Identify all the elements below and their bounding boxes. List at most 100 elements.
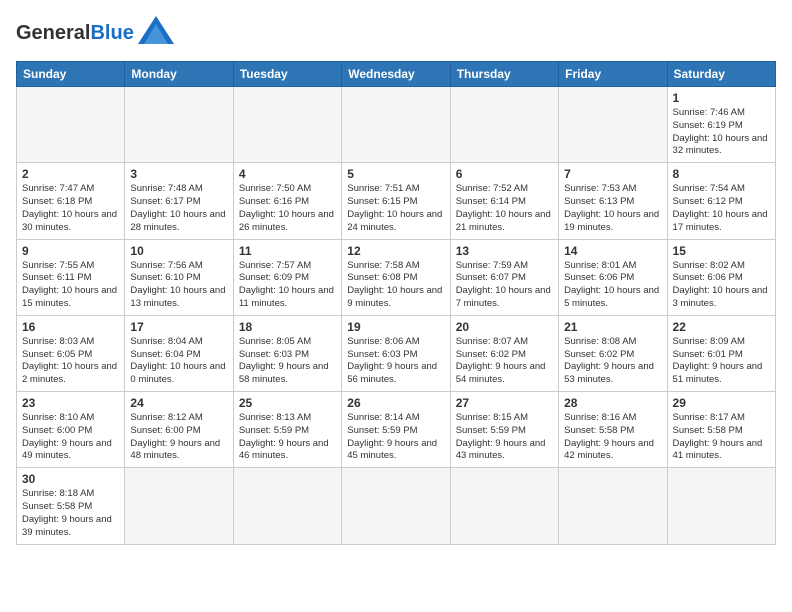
calendar-day-cell: 28Sunrise: 8:16 AM Sunset: 5:58 PM Dayli… <box>559 392 667 468</box>
day-number: 7 <box>564 167 661 181</box>
day-number: 11 <box>239 244 336 258</box>
day-info: Sunrise: 8:18 AM Sunset: 5:58 PM Dayligh… <box>22 488 119 539</box>
day-number: 3 <box>130 167 227 181</box>
calendar-day-cell: 4Sunrise: 7:50 AM Sunset: 6:16 PM Daylig… <box>233 163 341 239</box>
day-of-week-header: Saturday <box>667 62 775 87</box>
logo-general: General <box>16 22 90 44</box>
day-info: Sunrise: 7:57 AM Sunset: 6:09 PM Dayligh… <box>239 260 336 311</box>
day-info: Sunrise: 8:16 AM Sunset: 5:58 PM Dayligh… <box>564 412 661 463</box>
calendar-day-cell <box>17 87 125 163</box>
calendar-day-cell: 12 Sunrise: 7:58 AM Sunset: 6:08 PM Dayli… <box>342 239 450 315</box>
calendar-day-cell <box>559 468 667 544</box>
calendar-day-cell: 23 Sunrise: 8:10 AM Sunset: 6:00 PM Dayli… <box>17 392 125 468</box>
calendar-day-cell: 15 Sunrise: 8:02 AM Sunset: 6:06 PM Dayli… <box>667 239 775 315</box>
calendar-day-cell: 9 Sunrise: 7:55 AM Sunset: 6:11 PM Daylig… <box>17 239 125 315</box>
day-info: Sunrise: 7:58 AM Sunset: 6:08 PM Dayligh… <box>347 260 444 311</box>
calendar-day-cell <box>342 468 450 544</box>
day-number: 15 <box>673 244 770 258</box>
calendar-day-cell: 10Sunrise: 7:56 AM Sunset: 6:10 PM Dayli… <box>125 239 233 315</box>
day-info: Sunrise: 7:51 AM Sunset: 6:15 PM Dayligh… <box>347 183 444 234</box>
day-info: Sunrise: 8:13 AM Sunset: 5:59 PM Dayligh… <box>239 412 336 463</box>
logo-blue: Blue <box>90 22 133 44</box>
day-of-week-header: Thursday <box>450 62 558 87</box>
day-number: 12 <box>347 244 444 258</box>
day-info: Sunrise: 8:15 AM Sunset: 5:59 PM Dayligh… <box>456 412 553 463</box>
day-info: Sunrise: 8:02 AM Sunset: 6:06 PM Dayligh… <box>673 260 770 311</box>
calendar-day-cell <box>667 468 775 544</box>
day-info: Sunrise: 7:52 AM Sunset: 6:14 PM Dayligh… <box>456 183 553 234</box>
logo-icon <box>138 16 174 44</box>
calendar-week-row: 30 Sunrise: 8:18 AM Sunset: 5:58 PM Dayli… <box>17 468 776 544</box>
calendar: SundayMondayTuesdayWednesdayThursdayFrid… <box>16 61 776 545</box>
day-number: 13 <box>456 244 553 258</box>
calendar-day-cell: 8 Sunrise: 7:54 AM Sunset: 6:12 PM Daylig… <box>667 163 775 239</box>
calendar-week-row: 1 Sunrise: 7:46 AM Sunset: 6:19 PM Daylig… <box>17 87 776 163</box>
calendar-day-cell: 13Sunrise: 7:59 AM Sunset: 6:07 PM Dayli… <box>450 239 558 315</box>
day-info: Sunrise: 8:14 AM Sunset: 5:59 PM Dayligh… <box>347 412 444 463</box>
calendar-week-row: 16 Sunrise: 8:03 AM Sunset: 6:05 PM Dayli… <box>17 315 776 391</box>
day-info: Sunrise: 7:47 AM Sunset: 6:18 PM Dayligh… <box>22 183 119 234</box>
day-info: Sunrise: 8:08 AM Sunset: 6:02 PM Dayligh… <box>564 336 661 387</box>
day-info: Sunrise: 8:05 AM Sunset: 6:03 PM Dayligh… <box>239 336 336 387</box>
calendar-day-cell <box>233 468 341 544</box>
calendar-week-row: 2 Sunrise: 7:47 AM Sunset: 6:18 PM Daylig… <box>17 163 776 239</box>
calendar-day-cell: 20 Sunrise: 8:07 AM Sunset: 6:02 PM Dayli… <box>450 315 558 391</box>
day-info: Sunrise: 8:12 AM Sunset: 6:00 PM Dayligh… <box>130 412 227 463</box>
day-info: Sunrise: 8:01 AM Sunset: 6:06 PM Dayligh… <box>564 260 661 311</box>
day-number: 30 <box>22 472 119 486</box>
day-of-week-header: Sunday <box>17 62 125 87</box>
day-info: Sunrise: 7:53 AM Sunset: 6:13 PM Dayligh… <box>564 183 661 234</box>
day-number: 22 <box>673 320 770 334</box>
day-info: Sunrise: 7:55 AM Sunset: 6:11 PM Dayligh… <box>22 260 119 311</box>
calendar-week-row: 9 Sunrise: 7:55 AM Sunset: 6:11 PM Daylig… <box>17 239 776 315</box>
day-number: 29 <box>673 396 770 410</box>
day-of-week-header: Friday <box>559 62 667 87</box>
calendar-day-cell <box>125 468 233 544</box>
day-number: 23 <box>22 396 119 410</box>
day-info: Sunrise: 8:07 AM Sunset: 6:02 PM Dayligh… <box>456 336 553 387</box>
day-info: Sunrise: 7:50 AM Sunset: 6:16 PM Dayligh… <box>239 183 336 234</box>
day-number: 19 <box>347 320 444 334</box>
day-info: Sunrise: 8:17 AM Sunset: 5:58 PM Dayligh… <box>673 412 770 463</box>
calendar-day-cell: 6Sunrise: 7:52 AM Sunset: 6:14 PM Daylig… <box>450 163 558 239</box>
day-info: Sunrise: 8:09 AM Sunset: 6:01 PM Dayligh… <box>673 336 770 387</box>
day-number: 25 <box>239 396 336 410</box>
calendar-day-cell: 16 Sunrise: 8:03 AM Sunset: 6:05 PM Dayli… <box>17 315 125 391</box>
day-info: Sunrise: 8:03 AM Sunset: 6:05 PM Dayligh… <box>22 336 119 387</box>
day-of-week-header: Wednesday <box>342 62 450 87</box>
day-number: 5 <box>347 167 444 181</box>
calendar-day-cell: 2 Sunrise: 7:47 AM Sunset: 6:18 PM Daylig… <box>17 163 125 239</box>
day-number: 16 <box>22 320 119 334</box>
day-number: 20 <box>456 320 553 334</box>
day-number: 1 <box>673 91 770 105</box>
calendar-day-cell: 25 Sunrise: 8:13 AM Sunset: 5:59 PM Dayli… <box>233 392 341 468</box>
calendar-day-cell: 14 Sunrise: 8:01 AM Sunset: 6:06 PM Dayli… <box>559 239 667 315</box>
day-of-week-header: Monday <box>125 62 233 87</box>
calendar-day-cell: 22 Sunrise: 8:09 AM Sunset: 6:01 PM Dayli… <box>667 315 775 391</box>
day-of-week-header: Tuesday <box>233 62 341 87</box>
calendar-day-cell: 5 Sunrise: 7:51 AM Sunset: 6:15 PM Daylig… <box>342 163 450 239</box>
calendar-day-cell: 18Sunrise: 8:05 AM Sunset: 6:03 PM Dayli… <box>233 315 341 391</box>
day-number: 2 <box>22 167 119 181</box>
calendar-day-cell <box>342 87 450 163</box>
day-info: Sunrise: 7:48 AM Sunset: 6:17 PM Dayligh… <box>130 183 227 234</box>
day-info: Sunrise: 7:46 AM Sunset: 6:19 PM Dayligh… <box>673 107 770 158</box>
calendar-day-cell <box>125 87 233 163</box>
day-number: 8 <box>673 167 770 181</box>
day-info: Sunrise: 7:54 AM Sunset: 6:12 PM Dayligh… <box>673 183 770 234</box>
day-number: 9 <box>22 244 119 258</box>
calendar-day-cell: 29 Sunrise: 8:17 AM Sunset: 5:58 PM Dayli… <box>667 392 775 468</box>
calendar-day-cell: 3 Sunrise: 7:48 AM Sunset: 6:17 PM Daylig… <box>125 163 233 239</box>
calendar-day-cell <box>559 87 667 163</box>
day-number: 14 <box>564 244 661 258</box>
day-info: Sunrise: 8:04 AM Sunset: 6:04 PM Dayligh… <box>130 336 227 387</box>
calendar-day-cell: 17 Sunrise: 8:04 AM Sunset: 6:04 PM Dayli… <box>125 315 233 391</box>
day-info: Sunrise: 8:10 AM Sunset: 6:00 PM Dayligh… <box>22 412 119 463</box>
calendar-day-cell: 7 Sunrise: 7:53 AM Sunset: 6:13 PM Daylig… <box>559 163 667 239</box>
calendar-day-cell: 27 Sunrise: 8:15 AM Sunset: 5:59 PM Dayli… <box>450 392 558 468</box>
calendar-day-cell <box>450 468 558 544</box>
day-number: 17 <box>130 320 227 334</box>
day-number: 26 <box>347 396 444 410</box>
day-number: 27 <box>456 396 553 410</box>
header: GeneralBlue <box>16 16 776 49</box>
